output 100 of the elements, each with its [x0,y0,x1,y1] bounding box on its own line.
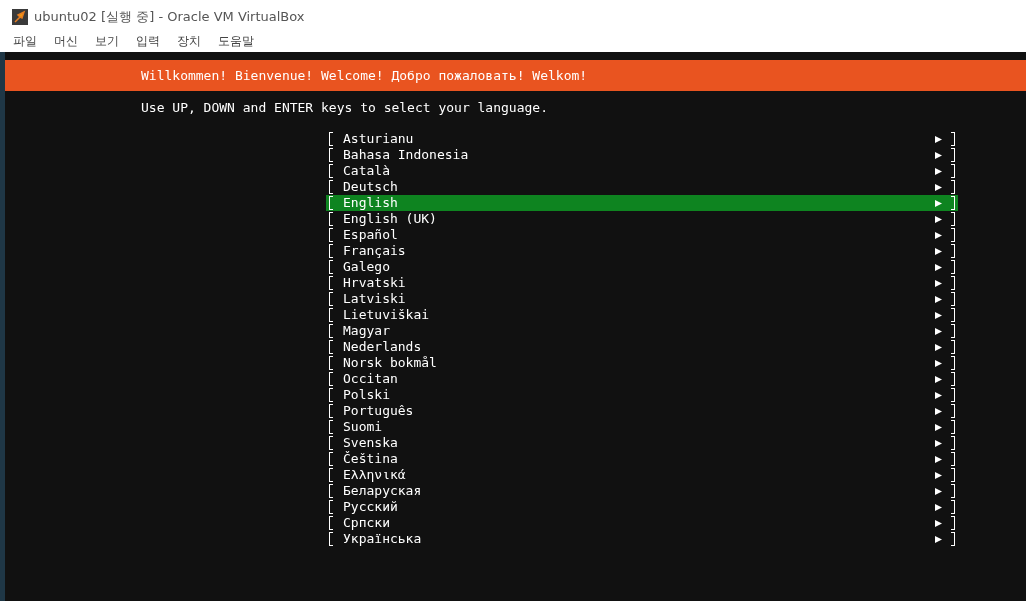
language-option[interactable]: Українська [326,531,958,547]
left-bracket-icon [329,260,333,274]
left-bracket-icon [329,212,333,226]
left-bracket-icon [329,532,333,546]
language-label: Nederlands [343,339,423,355]
language-label: Bahasa Indonesia [343,147,470,163]
left-bracket-icon [329,292,333,306]
menu-item[interactable]: 장치 [170,33,208,50]
window-title: ubuntu02 [실행 중] - Oracle VM VirtualBox [34,7,305,26]
right-bracket-icon [951,148,955,162]
language-label: Hrvatski [343,275,407,291]
language-label: Deutsch [343,179,399,195]
language-option[interactable]: Català [326,163,958,179]
language-label: Ελληνικά [343,467,407,483]
language-label: Català [343,163,391,179]
left-bracket-icon [329,244,333,258]
language-option[interactable]: Nederlands [326,339,958,355]
language-label: Português [343,403,415,419]
language-option[interactable]: Русский [326,499,958,515]
language-label: Suomi [343,419,384,435]
language-option[interactable]: Português [326,403,958,419]
left-bracket-icon [329,180,333,194]
language-label: Српски [343,515,391,531]
language-option[interactable]: Polski [326,387,958,403]
right-bracket-icon [951,308,955,322]
language-option[interactable]: Беларуская [326,483,958,499]
language-option[interactable]: Suomi [326,419,958,435]
left-bracket-icon [329,452,333,466]
right-bracket-icon [951,436,955,450]
language-label: Latviski [343,291,407,307]
language-option[interactable]: Asturianu [326,131,958,147]
language-option[interactable]: English (UK) [326,211,958,227]
right-bracket-icon [951,132,955,146]
language-label: Norsk bokmål [343,355,438,371]
left-bracket-icon [329,420,333,434]
language-option[interactable]: Occitan [326,371,958,387]
right-bracket-icon [951,420,955,434]
right-bracket-icon [951,372,955,386]
left-bracket-icon [329,468,333,482]
right-bracket-icon [951,500,955,514]
instruction-text: Use UP, DOWN and ENTER keys to select your language. [141,99,549,117]
language-label: Polski [343,387,391,403]
menu-item[interactable]: 파일 [6,33,44,50]
left-bracket-icon [329,324,333,338]
left-bracket-icon [329,372,333,386]
left-bracket-icon [329,388,333,402]
right-bracket-icon [951,324,955,338]
right-bracket-icon [951,292,955,306]
language-option[interactable]: Ελληνικά [326,467,958,483]
language-option[interactable]: Español [326,227,958,243]
language-label: Svenska [343,435,399,451]
language-label: Lietuviškai [343,307,431,323]
menu-item[interactable]: 입력 [129,33,167,50]
left-bracket-icon [329,132,333,146]
app-logo-icon [12,8,28,25]
right-bracket-icon [951,468,955,482]
right-bracket-icon [951,196,955,210]
language-label: Asturianu [343,131,415,147]
right-bracket-icon [951,212,955,226]
right-bracket-icon [951,164,955,178]
language-option[interactable]: Svenska [326,435,958,451]
right-bracket-icon [951,388,955,402]
left-bracket-icon [329,148,333,162]
right-bracket-icon [951,180,955,194]
right-bracket-icon [951,516,955,530]
left-bracket-icon [329,196,333,210]
left-bracket-icon [329,516,333,530]
language-label: Українська [343,531,423,547]
language-label: Français [343,243,407,259]
language-label: Occitan [343,371,399,387]
left-bracket-icon [329,356,333,370]
language-option[interactable]: Norsk bokmål [326,355,958,371]
right-bracket-icon [951,484,955,498]
language-option[interactable]: Bahasa Indonesia [326,147,958,163]
language-label: Galego [343,259,391,275]
language-option[interactable]: Latviski [326,291,958,307]
language-option[interactable]: Deutsch [326,179,958,195]
left-bracket-icon [329,228,333,242]
language-label: Español [343,227,399,243]
language-label: Magyar [343,323,391,339]
left-bracket-icon [329,308,333,322]
right-bracket-icon [951,244,955,258]
menu-item[interactable]: 도움말 [211,33,261,50]
welcome-text: Willkommen! Bienvenue! Welcome! Добро пожаловать! Welkom! [141,68,588,83]
language-option[interactable]: Lietuviškai [326,307,958,323]
language-option[interactable]: Français [326,243,958,259]
right-bracket-icon [951,356,955,370]
menu-item[interactable]: 머신 [47,33,85,50]
language-option[interactable]: Hrvatski [326,275,958,291]
language-option[interactable]: Magyar [326,323,958,339]
language-label: English (UK) [343,211,438,227]
right-bracket-icon [951,276,955,290]
menu-item[interactable]: 보기 [88,33,126,50]
language-option[interactable]: Српски [326,515,958,531]
right-bracket-icon [951,452,955,466]
right-bracket-icon [951,404,955,418]
language-option[interactable]: Čeština [326,451,958,467]
left-bracket-icon [329,436,333,450]
language-option[interactable]: English [326,195,958,211]
language-option[interactable]: Galego [326,259,958,275]
